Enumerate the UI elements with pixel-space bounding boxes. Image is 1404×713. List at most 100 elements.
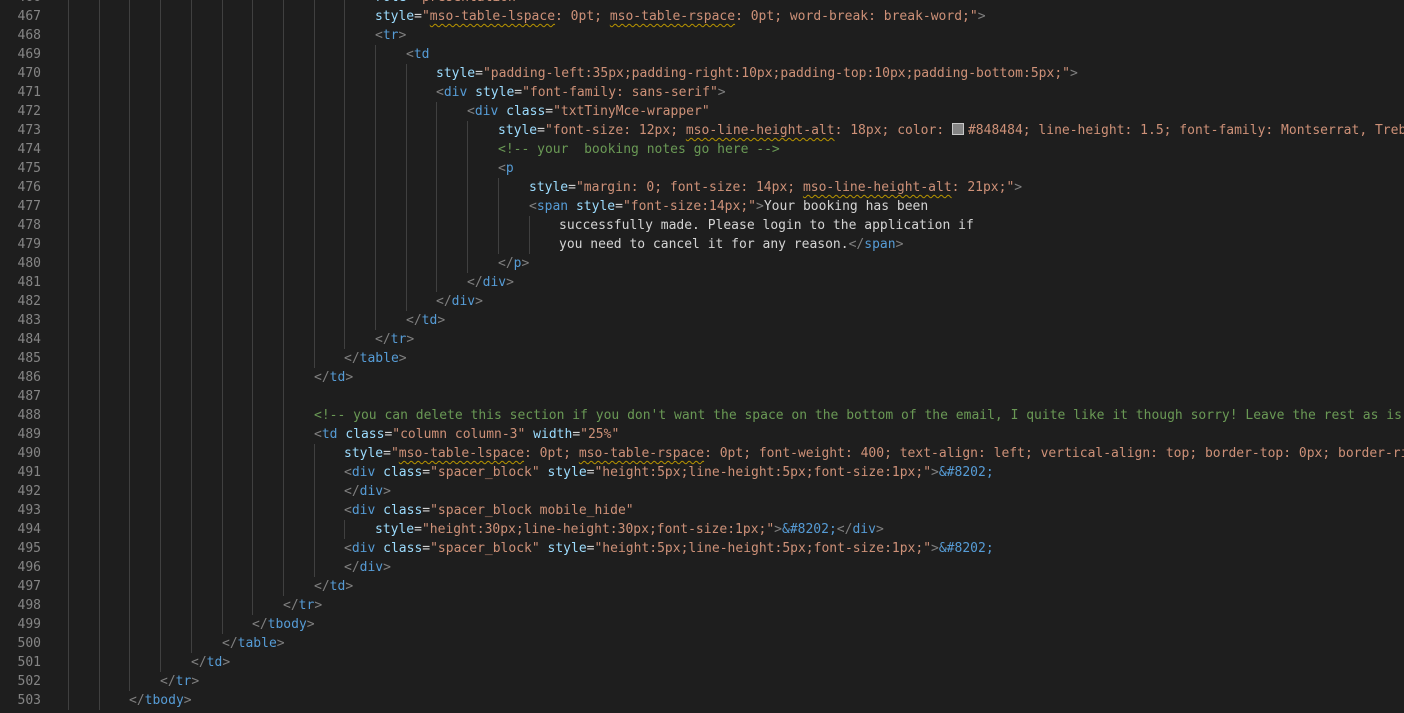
code-line[interactable]: 490 style="mso-table-lspace: 0pt; mso-tab…	[0, 444, 1404, 463]
indent-guide	[99, 121, 100, 140]
indent-guide	[160, 330, 161, 349]
indent-guide	[436, 254, 437, 273]
indent-guide	[222, 539, 223, 558]
code-token: td	[206, 655, 223, 670]
code-token: td	[413, 47, 430, 62]
code-token: span	[536, 199, 569, 214]
indent-guide	[344, 178, 345, 197]
indent-guide	[191, 292, 192, 311]
code-line[interactable]: 468 <tr>	[0, 26, 1404, 45]
code-text: <!-- your booking notes go here -->	[498, 140, 780, 159]
code-line[interactable]: 482 </div>	[0, 292, 1404, 311]
code-line[interactable]: 483 </td>	[0, 311, 1404, 330]
indent-guide	[129, 558, 130, 577]
code-line[interactable]: 469 <td	[0, 45, 1404, 64]
indent-guide	[160, 197, 161, 216]
code-line[interactable]: 488 <!-- you can delete this section if y…	[0, 406, 1404, 425]
code-token: <	[344, 503, 352, 518]
code-token: =	[475, 66, 483, 81]
code-text: <td	[406, 45, 429, 64]
code-token: : 0pt; word-break: break-word;"	[735, 9, 978, 24]
code-line[interactable]: 503 </tbody>	[0, 691, 1404, 710]
code-line[interactable]: 475 <p	[0, 159, 1404, 178]
indent-guide	[252, 83, 253, 102]
indent-guide	[222, 216, 223, 235]
indent-guide	[222, 292, 223, 311]
code-line[interactable]: 480 </p>	[0, 254, 1404, 273]
indent-guide	[406, 273, 407, 292]
code-token: =	[514, 85, 523, 100]
code-line[interactable]: 470 style="padding-left:35px;padding-righ…	[0, 64, 1404, 83]
code-line[interactable]: 472 <div class="txtTinyMce-wrapper"	[0, 102, 1404, 121]
indent-guide	[160, 539, 161, 558]
line-number: 495	[17, 541, 41, 556]
indent-guide	[222, 520, 223, 539]
code-line[interactable]: 491 <div class="spacer_block" style="heig…	[0, 463, 1404, 482]
code-line[interactable]: 481 </div>	[0, 273, 1404, 292]
code-line[interactable]: 478 successfully made. Please login to th…	[0, 216, 1404, 235]
code-line[interactable]: 466 role="presentation"	[0, 0, 1404, 7]
indent-guide	[99, 596, 100, 615]
code-line[interactable]: 493 <div class="spacer_block mobile_hide"	[0, 501, 1404, 520]
line-number: 499	[17, 617, 41, 632]
indent-guide	[68, 273, 69, 292]
code-line[interactable]: 474 <!-- your booking notes go here -->	[0, 140, 1404, 159]
code-line[interactable]: 500 </table>	[0, 634, 1404, 653]
code-line[interactable]: 487	[0, 387, 1404, 406]
code-token: "height:5px;line-height:5px;font-size:1p…	[594, 465, 932, 480]
indent-guide	[99, 178, 100, 197]
code-line[interactable]: 499 </tbody>	[0, 615, 1404, 634]
code-line[interactable]: 471 <div style="font-family: sans-serif">	[0, 83, 1404, 102]
code-token: >	[345, 370, 354, 385]
indent-guide	[406, 64, 407, 83]
code-line[interactable]: 502 </tr>	[0, 672, 1404, 691]
code-text: </tr>	[283, 596, 322, 615]
indent-guide	[68, 463, 69, 482]
indent-guide	[68, 520, 69, 539]
code-line[interactable]: 498 </tr>	[0, 596, 1404, 615]
code-line[interactable]: 485 </table>	[0, 349, 1404, 368]
code-token: td	[421, 313, 438, 328]
indent-guide	[160, 501, 161, 520]
code-token: successfully made. Please login to the a…	[559, 218, 974, 233]
code-line[interactable]: 497 </td>	[0, 577, 1404, 596]
line-number: 484	[17, 332, 41, 347]
indent-guide	[252, 140, 253, 159]
code-line[interactable]: 477 <span style="font-size:14px;">Your bo…	[0, 197, 1404, 216]
indent-guide	[99, 463, 100, 482]
code-line[interactable]: 496 </div>	[0, 558, 1404, 577]
code-token: "	[390, 446, 399, 461]
code-token: "padding-left:35px;padding-right:10px;pa…	[482, 66, 1070, 81]
code-line[interactable]: 486 </td>	[0, 368, 1404, 387]
code-line[interactable]: 476 style="margin: 0; font-size: 14px; ms…	[0, 178, 1404, 197]
code-line[interactable]: 494 style="height:30px;line-height:30px;f…	[0, 520, 1404, 539]
code-line[interactable]: 501 </td>	[0, 653, 1404, 672]
code-token: div	[351, 541, 376, 556]
indent-guide	[252, 596, 253, 615]
code-line[interactable]: 495 <div class="spacer_block" style="heig…	[0, 539, 1404, 558]
code-editor[interactable]: 466role="presentation"467style="mso-tabl…	[0, 0, 1404, 713]
indent-guide	[129, 634, 130, 653]
code-text: you need to cancel it for any reason.</s…	[559, 235, 903, 254]
code-line[interactable]: 484 </tr>	[0, 330, 1404, 349]
code-line[interactable]: 492 </div>	[0, 482, 1404, 501]
indent-guide	[222, 45, 223, 64]
indent-guide	[222, 558, 223, 577]
code-token: style	[547, 465, 587, 480]
code-line[interactable]: 479 you need to cancel it for any reason.…	[0, 235, 1404, 254]
indent-guide	[160, 0, 161, 7]
code-token: <	[406, 47, 414, 62]
code-line[interactable]: 473 style="font-size: 12px; mso-line-heig…	[0, 121, 1404, 140]
indent-guide	[129, 292, 130, 311]
indent-guide	[68, 292, 69, 311]
indent-guide	[160, 520, 161, 539]
code-line[interactable]: 489 <td class="column column-3" width="25…	[0, 425, 1404, 444]
indent-guide	[283, 330, 284, 349]
indent-guide	[99, 45, 100, 64]
indent-guide	[99, 615, 100, 634]
indent-guide	[99, 672, 100, 691]
code-token: : 0pt;	[524, 446, 579, 461]
code-text: </td>	[406, 311, 445, 330]
code-line[interactable]: 467 style="mso-table-lspace: 0pt; mso-tab…	[0, 7, 1404, 26]
